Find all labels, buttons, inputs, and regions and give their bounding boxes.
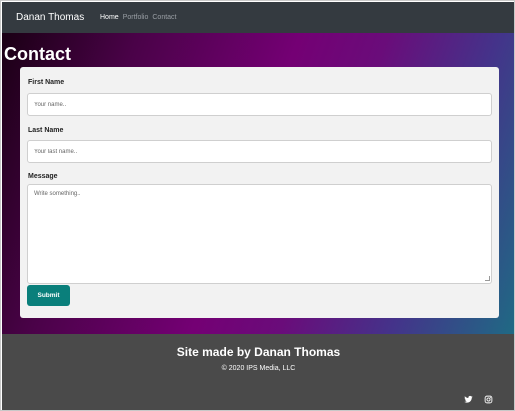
textarea-resize-handle[interactable] bbox=[485, 276, 490, 281]
brand-link[interactable]: Danan Thomas bbox=[16, 11, 84, 25]
first-name-label: First Name bbox=[28, 79, 65, 86]
message-textarea[interactable] bbox=[27, 184, 492, 284]
nav-link-home[interactable]: Home bbox=[100, 12, 119, 24]
nav-link-portfolio[interactable]: Portfolio bbox=[123, 12, 149, 24]
submit-button[interactable]: Submit bbox=[27, 285, 70, 306]
last-name-label: Last Name bbox=[28, 127, 64, 134]
message-label: Message bbox=[28, 173, 58, 180]
top-navbar: Danan Thomas Home Portfolio Contact bbox=[2, 2, 514, 33]
browser-viewport: Danan Thomas Home Portfolio Contact Cont… bbox=[0, 0, 515, 411]
nav-links: Home Portfolio Contact bbox=[100, 12, 177, 24]
nav-link-contact[interactable]: Contact bbox=[152, 12, 176, 24]
site-footer: Site made by Danan Thomas © 2020 IPS Med… bbox=[2, 334, 514, 410]
first-name-input[interactable] bbox=[27, 93, 492, 116]
contact-form: First Name Last Name Message Submit bbox=[20, 67, 499, 318]
footer-title: Site made by Danan Thomas bbox=[176, 345, 341, 359]
last-name-input[interactable] bbox=[27, 140, 492, 163]
instagram-icon[interactable] bbox=[484, 391, 493, 404]
contact-section: Contact First Name Last Name Message Sub… bbox=[2, 33, 514, 334]
footer-copyright: © 2020 IPS Media, LLC bbox=[221, 365, 296, 372]
twitter-icon[interactable] bbox=[464, 391, 473, 403]
page-title: Contact bbox=[4, 44, 71, 64]
